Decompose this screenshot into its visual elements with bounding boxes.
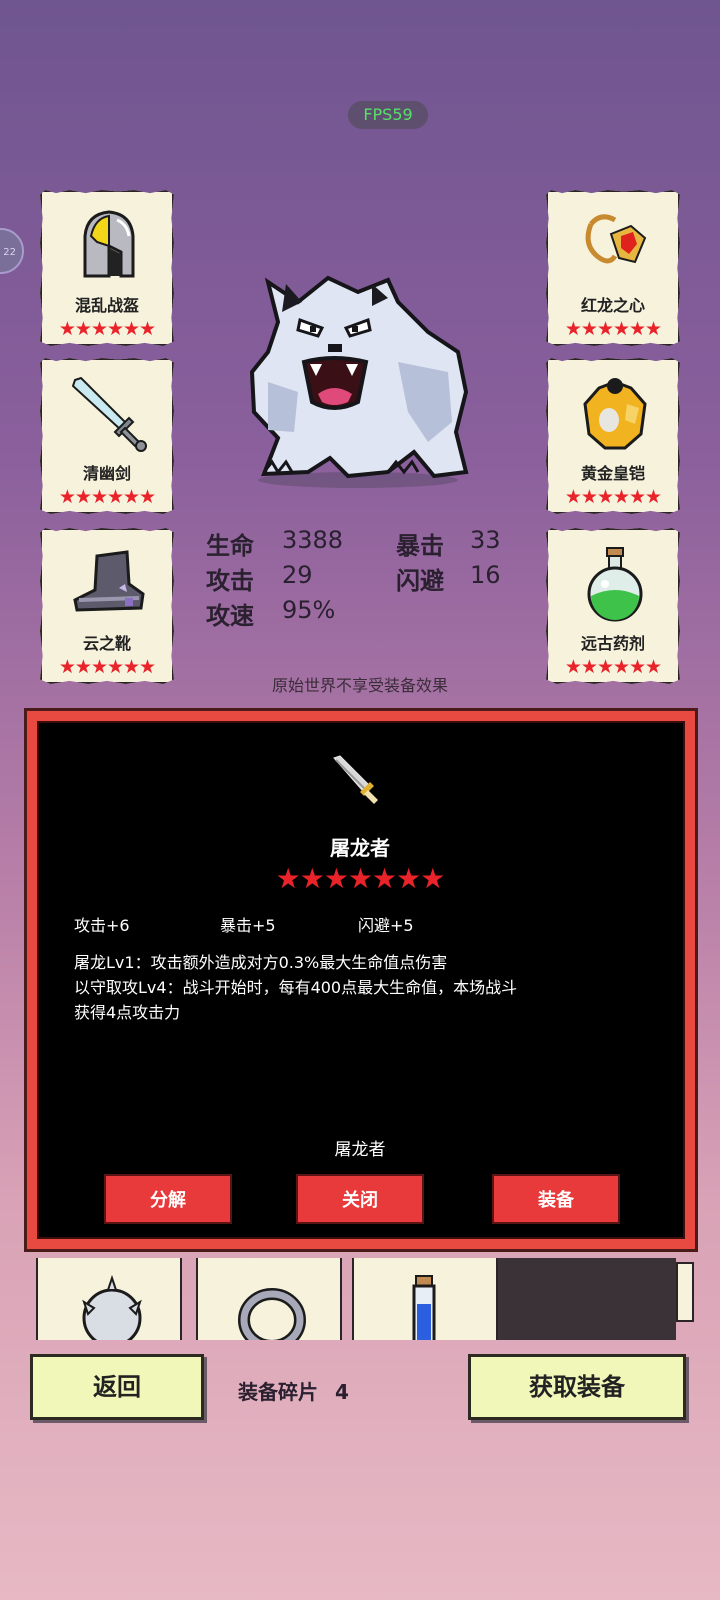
item-desc-line: 屠龙Lv1：攻击额外造成对方0.3%最大生命值点伤害 xyxy=(74,953,448,972)
equip-button[interactable]: 装备 xyxy=(492,1174,620,1224)
item-attr-attack: 攻击+6 xyxy=(74,916,130,935)
ring-icon xyxy=(238,1288,306,1340)
close-button[interactable]: 关闭 xyxy=(296,1174,424,1224)
stat-dodge-label: 闪避 xyxy=(396,567,444,595)
equip-slot-amulet[interactable]: 红龙之心 ★★★★★★ xyxy=(546,190,680,346)
potion-icon xyxy=(587,547,643,622)
sword-icon xyxy=(71,376,147,452)
equip-slot-potion[interactable]: 远古药剂 ★★★★★★ xyxy=(546,528,680,684)
equip-name: 黄金皇铠 xyxy=(580,464,645,483)
item-title: 屠龙者 xyxy=(330,836,390,860)
amulet-icon xyxy=(585,214,647,264)
inventory-scroll-edge[interactable] xyxy=(676,1262,694,1322)
inventory-empty-area xyxy=(498,1258,676,1340)
equip-name: 云之靴 xyxy=(82,634,131,653)
equipment-effect-note: 原始世界不享受装备效果 xyxy=(271,676,448,695)
inventory-slot[interactable] xyxy=(196,1258,342,1340)
equip-stars: ★★★★★★ xyxy=(58,486,156,508)
fragments-label: 装备碎片 xyxy=(238,1380,318,1404)
equip-name: 远古药剂 xyxy=(580,634,645,653)
mace-icon xyxy=(82,1274,142,1340)
equip-stars: ★★★★★★ xyxy=(58,318,156,340)
inventory-slot[interactable] xyxy=(36,1258,182,1340)
equip-slot-helmet[interactable]: 混乱战盔 ★★★★★★ xyxy=(40,190,174,346)
equip-name: 清幽剑 xyxy=(82,464,131,483)
equip-stars: ★★★★★★ xyxy=(564,656,662,678)
get-equipment-button[interactable]: 获取装备 xyxy=(468,1354,686,1420)
side-tab-button[interactable]: 22 xyxy=(0,228,24,274)
stat-attack-label: 攻击 xyxy=(206,567,254,595)
werewolf-character[interactable] xyxy=(238,262,478,490)
stat-attack-speed-label: 攻速 xyxy=(206,602,254,630)
decompose-button[interactable]: 分解 xyxy=(104,1174,232,1224)
equip-name: 混乱战盔 xyxy=(74,296,139,315)
boots-icon xyxy=(73,550,145,612)
equip-stars: ★★★★★★ xyxy=(564,318,662,340)
helmet-icon xyxy=(83,210,135,278)
item-description: 屠龙Lv1：攻击额外造成对方0.3%最大生命值点伤害 以守取攻Lv4：战斗开始时… xyxy=(74,950,664,1025)
stat-dodge-value: 16 xyxy=(470,561,501,589)
equip-stars: ★★★★★★ xyxy=(58,656,156,678)
item-attr-dodge: 闪避+5 xyxy=(358,916,414,935)
inventory-slot[interactable] xyxy=(352,1258,498,1340)
stat-crit-value: 33 xyxy=(470,526,501,554)
armor-icon xyxy=(583,378,647,450)
equip-stars: ★★★★★★ xyxy=(564,486,662,508)
item-desc-line: 以守取攻Lv4：战斗开始时，每有400点最大生命值，本场战斗 xyxy=(74,978,518,997)
stat-hp-value: 3388 xyxy=(282,526,344,554)
equip-name: 红龙之心 xyxy=(580,296,645,315)
item-attr-crit: 暴击+5 xyxy=(220,916,276,935)
stat-attack-speed-value: 95% xyxy=(282,596,336,624)
fragments-count: 4 xyxy=(334,1380,349,1404)
stat-hp-label: 生命 xyxy=(206,532,254,560)
equip-slot-sword[interactable]: 清幽剑 ★★★★★★ xyxy=(40,358,174,514)
fragments-counter: 装备碎片 4 xyxy=(238,1376,349,1405)
equip-slot-boots[interactable]: 云之靴 ★★★★★★ xyxy=(40,528,174,684)
vial-icon xyxy=(412,1275,436,1340)
fps-counter: FPS59 xyxy=(348,101,428,129)
item-stars: ★★★★★★★ xyxy=(275,862,446,895)
item-desc-line: 获得4点攻击力 xyxy=(74,1003,181,1022)
dagger-icon xyxy=(333,755,378,804)
equip-slot-armor[interactable]: 黄金皇铠 ★★★★★★ xyxy=(546,358,680,514)
item-footer-name: 屠龙者 xyxy=(334,1140,386,1160)
stat-crit-label: 暴击 xyxy=(396,532,444,560)
back-button[interactable]: 返回 xyxy=(30,1354,204,1420)
stat-attack-value: 29 xyxy=(282,561,313,589)
